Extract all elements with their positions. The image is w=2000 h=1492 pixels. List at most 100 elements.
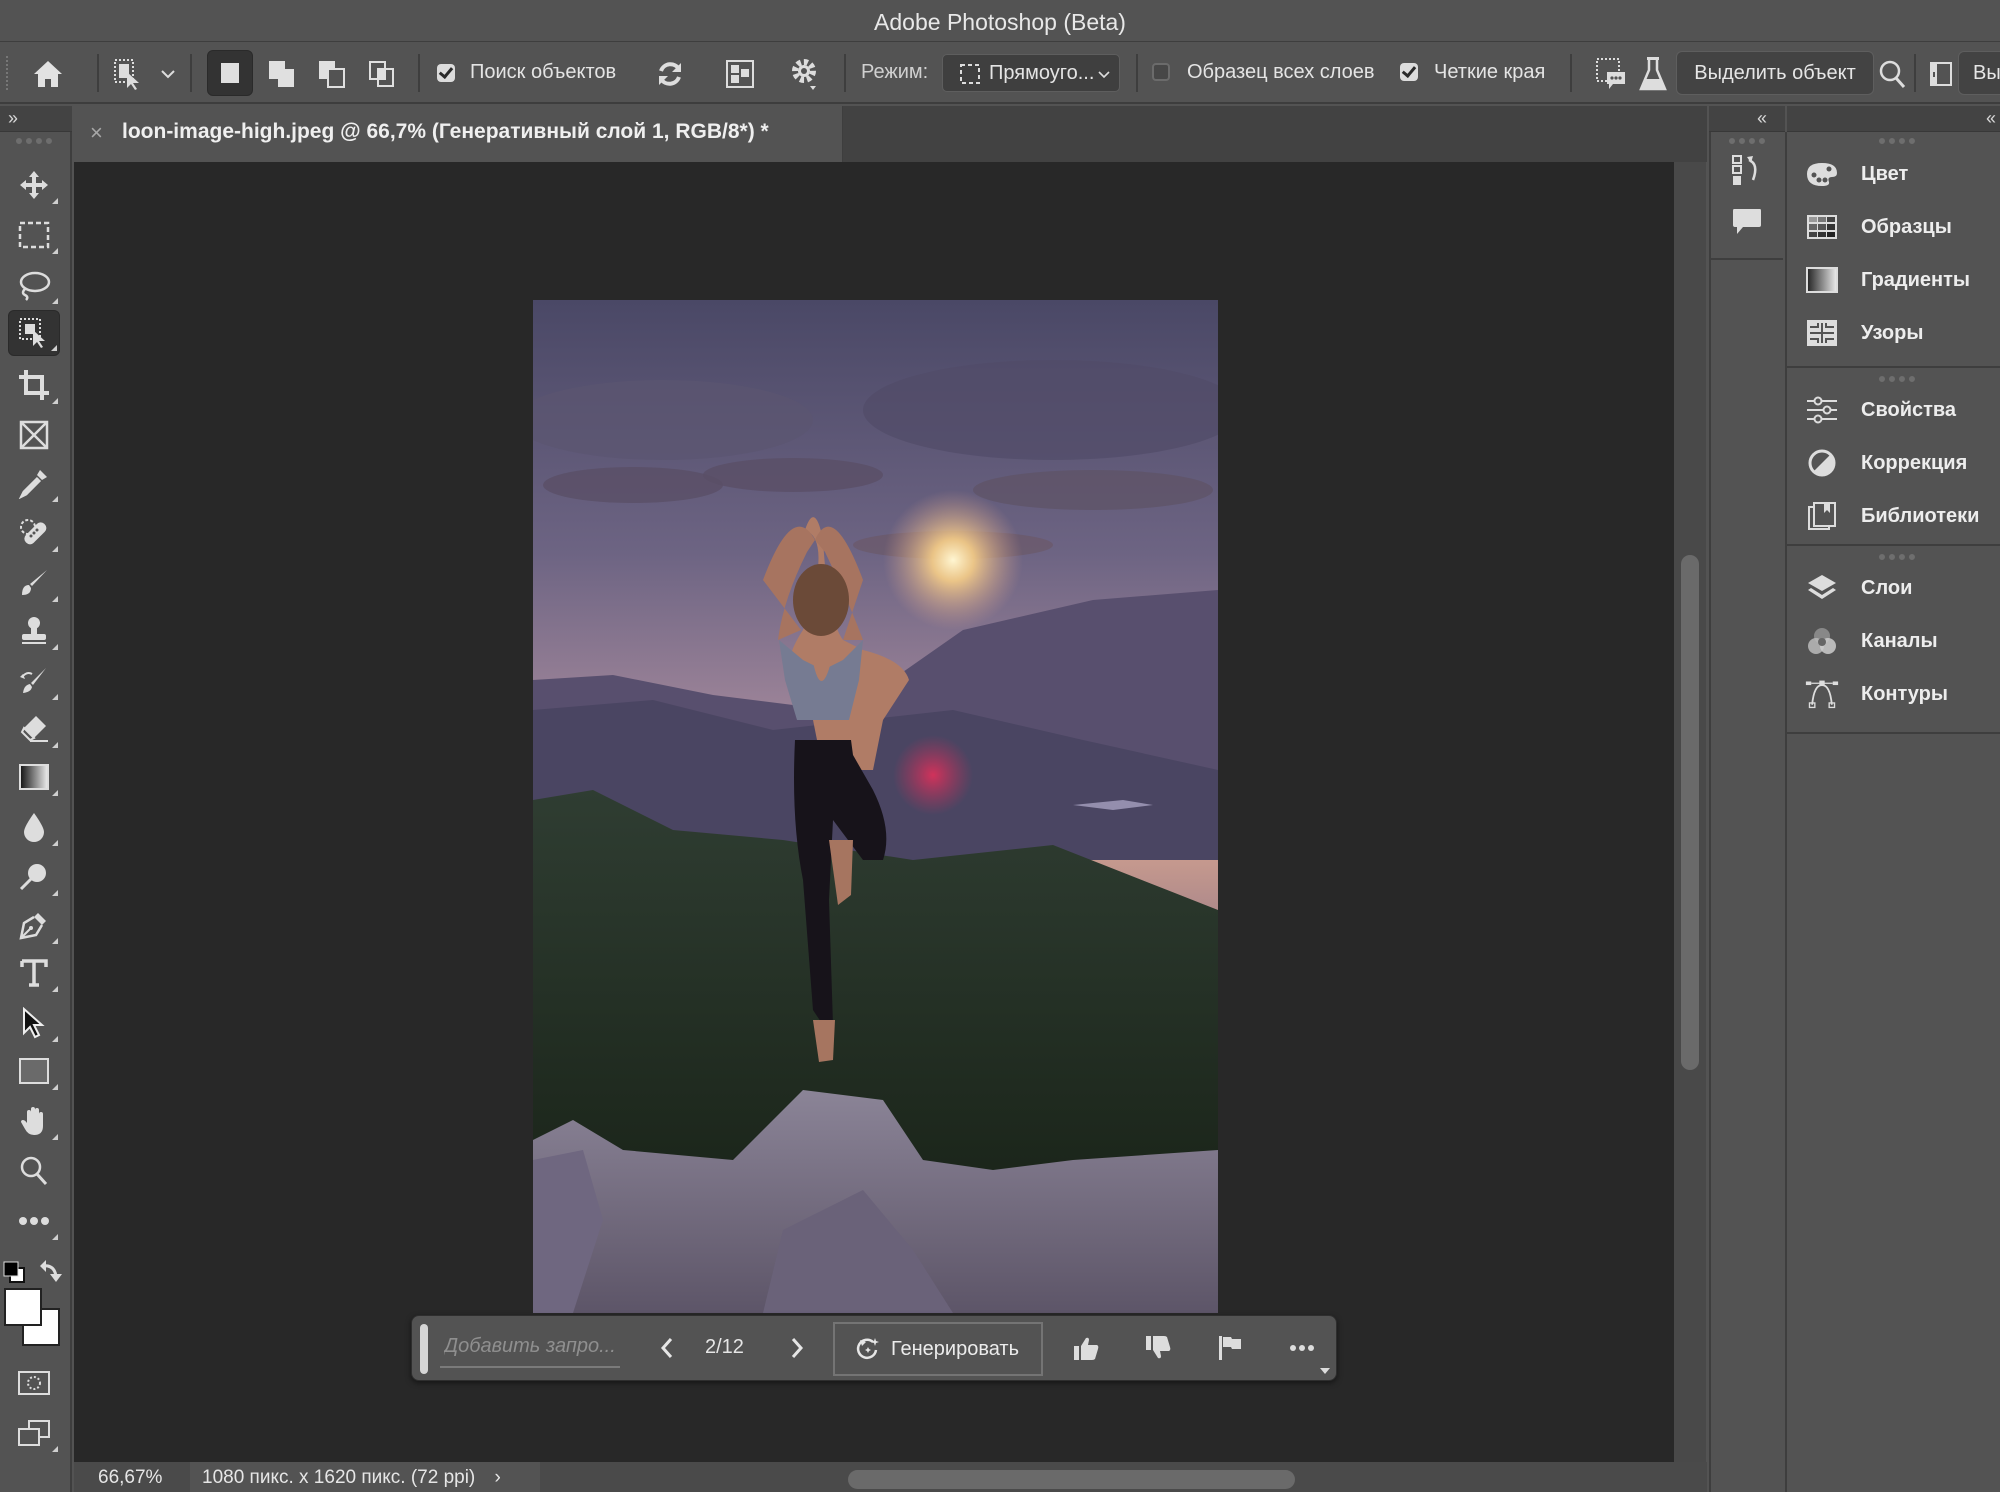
gradient-tool[interactable] (8, 754, 60, 800)
sample-all-layers-checkbox[interactable] (1152, 63, 1170, 81)
dodge-tool[interactable] (8, 854, 60, 900)
feedback-button[interactable] (1594, 54, 1628, 94)
default-colors-icon (3, 1261, 25, 1283)
panel-item-color[interactable]: Цвет (1805, 154, 1908, 194)
panel-item-adjustments[interactable]: Коррекция (1805, 443, 1967, 483)
panel-grip (1729, 138, 1765, 144)
rectangle-tool[interactable] (8, 1048, 60, 1094)
panel-item-gradients[interactable]: Градиенты (1805, 260, 1970, 300)
select-and-mask-button[interactable]: Вы (1958, 51, 2000, 95)
close-tab-icon[interactable]: × (90, 120, 103, 146)
generate-button[interactable]: Генерировать (833, 1322, 1043, 1376)
document-tab[interactable]: × loon-image-high.jpeg @ 66,7% (Генерати… (74, 106, 843, 162)
search-button[interactable] (1876, 56, 1908, 92)
select-and-mask-icon-button[interactable] (1926, 58, 1956, 90)
frame-tool[interactable] (8, 412, 60, 458)
panel-item-channels[interactable]: Каналы (1805, 621, 1938, 661)
ellipsis-icon (1290, 1345, 1314, 1351)
panel-item-patterns[interactable]: Узоры (1805, 313, 1923, 353)
blur-tool[interactable] (8, 804, 60, 850)
hard-edges-label: Четкие края (1434, 61, 1546, 83)
select-subject-button[interactable]: Выделить объект (1676, 51, 1874, 95)
collapse-dock-icon[interactable]: ‹‹ (1757, 108, 1767, 129)
marquee-tool[interactable] (8, 212, 60, 258)
find-objects-checkbox[interactable] (437, 64, 455, 82)
find-objects-label: Поиск объектов (470, 61, 617, 83)
comments-panel-button[interactable] (1731, 206, 1765, 240)
report-button[interactable] (1212, 1328, 1248, 1368)
quick-mask-button[interactable] (8, 1360, 60, 1406)
hard-edges-checkbox[interactable] (1400, 63, 1418, 81)
horizontal-scroll-thumb[interactable] (848, 1470, 1295, 1489)
zoom-level[interactable]: 66,67% (74, 1462, 186, 1492)
history-brush-tool[interactable] (8, 658, 60, 704)
object-selection-tool[interactable] (8, 310, 60, 356)
panel-item-paths[interactable]: Контуры (1805, 674, 1948, 714)
dock-column-1 (1709, 132, 1783, 1492)
foreground-color-swatch[interactable] (4, 1288, 42, 1326)
history-panel-button[interactable] (1731, 154, 1765, 188)
type-tool[interactable] (8, 950, 60, 996)
expand-tools-icon[interactable]: ›› (8, 108, 18, 129)
task-bar-menu-caret[interactable] (1320, 1368, 1330, 1374)
new-selection-button[interactable] (207, 50, 253, 96)
next-variation-button[interactable] (782, 1328, 812, 1368)
refresh-object-finder-button[interactable] (652, 56, 688, 92)
vertical-scroll-thumb[interactable] (1681, 555, 1699, 1070)
tools-grip[interactable] (16, 138, 52, 144)
prompt-input[interactable] (440, 1326, 620, 1368)
panel-item-swatches[interactable]: Образцы (1805, 207, 1952, 247)
panel-item-layers[interactable]: Слои (1805, 568, 1912, 608)
mode-dropdown[interactable]: Прямоуго... (942, 54, 1120, 92)
swap-colors-button[interactable] (38, 1258, 62, 1284)
document-image[interactable] (533, 300, 1218, 1313)
subtract-from-selection-button[interactable] (312, 54, 352, 94)
document-tab-title: loon-image-high.jpeg @ 66,7% (Генеративн… (122, 120, 769, 143)
brush-tool[interactable] (8, 560, 60, 606)
tools-panel-header: ›› (0, 106, 72, 132)
eraser-tool[interactable] (8, 706, 60, 752)
tool-preset-picker[interactable] (110, 54, 146, 94)
lasso-tool[interactable] (8, 262, 60, 308)
show-all-objects-button[interactable] (722, 56, 758, 92)
intersect-selection-button[interactable] (362, 54, 402, 94)
healing-brush-tool[interactable] (8, 510, 60, 556)
select-mask-icon (1930, 62, 1952, 86)
yoga-sunset-photo (533, 300, 1218, 1313)
tool-preset-dropdown[interactable] (156, 62, 180, 86)
panel-item-label: Цвет (1861, 162, 1909, 185)
quick-mask-icon (18, 1371, 50, 1395)
object-finder-settings-button[interactable] (786, 54, 822, 94)
thumbs-up-button[interactable] (1068, 1328, 1104, 1368)
task-bar-drag-handle[interactable] (420, 1324, 428, 1374)
options-bar-grip[interactable] (6, 56, 10, 90)
zoom-tool[interactable] (8, 1148, 60, 1194)
path-selection-tool[interactable] (8, 1000, 60, 1046)
history-icon (1732, 155, 1757, 185)
home-button[interactable] (28, 56, 68, 92)
screen-mode-button[interactable] (8, 1410, 60, 1456)
more-options-button[interactable] (1284, 1328, 1320, 1368)
lasso-icon (19, 271, 51, 301)
move-tool[interactable] (8, 162, 60, 208)
document-info[interactable]: 1080 пикс. x 1620 пикс. (72 ppi) › (190, 1462, 540, 1492)
crop-tool[interactable] (8, 362, 60, 408)
beta-features-button[interactable] (1636, 52, 1670, 96)
type-icon (20, 959, 48, 987)
gradient-icon (19, 764, 49, 790)
default-colors-button[interactable] (2, 1260, 26, 1284)
panel-item-libraries[interactable]: Библиотеки (1805, 496, 1979, 536)
clone-stamp-tool[interactable] (8, 608, 60, 654)
status-menu-arrow-icon[interactable]: › (495, 1467, 501, 1488)
add-to-selection-button[interactable] (262, 54, 302, 94)
previous-variation-button[interactable] (652, 1328, 682, 1368)
more-tools-button[interactable] (8, 1198, 60, 1244)
pen-tool[interactable] (8, 902, 60, 948)
stamp-icon (22, 617, 46, 644)
hand-tool[interactable] (8, 1098, 60, 1144)
intersect-selection-icon (369, 61, 394, 87)
eyedropper-tool[interactable] (8, 460, 60, 506)
thumbs-down-button[interactable] (1140, 1328, 1176, 1368)
panel-item-properties[interactable]: Свойства (1805, 390, 1956, 430)
collapse-panels-icon[interactable]: ‹‹ (1986, 108, 1996, 129)
